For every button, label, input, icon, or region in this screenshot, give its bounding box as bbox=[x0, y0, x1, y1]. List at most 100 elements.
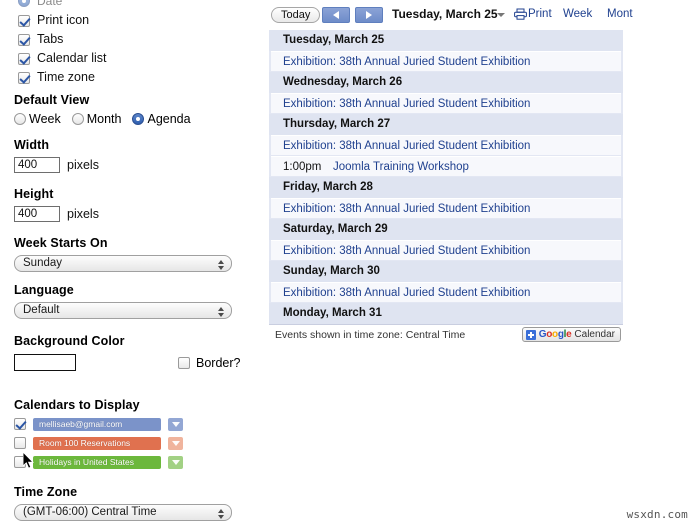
width-input[interactable] bbox=[14, 157, 60, 173]
time-zone-value: (GMT-06:00) Central Time bbox=[23, 506, 157, 518]
week-starts-on-value: Sunday bbox=[23, 257, 63, 269]
agenda-list: Tuesday, March 25 Exhibition: 38th Annua… bbox=[269, 30, 623, 324]
timezone-note: Events shown in time zone: Central Time bbox=[275, 329, 466, 341]
agenda-event-title: Joomla Training Workshop bbox=[333, 160, 469, 173]
border-option-row[interactable]: Border? bbox=[178, 356, 240, 370]
default-view-option-week[interactable]: Week bbox=[14, 112, 61, 126]
option-label-time-zone: Time zone bbox=[37, 70, 95, 84]
week-starts-on-title: Week Starts On bbox=[14, 236, 108, 250]
tab-week[interactable]: Week bbox=[561, 7, 594, 22]
agenda-event[interactable]: Exhibition: 38th Annual Juried Student E… bbox=[271, 135, 621, 155]
option-label-tabs: Tabs bbox=[37, 32, 64, 46]
print-icon-checkbox[interactable] bbox=[18, 14, 30, 27]
language-group: Language Default bbox=[14, 283, 248, 319]
month-radio-label: Month bbox=[86, 112, 122, 126]
agenda-event-title: Exhibition: 38th Annual Juried Student E… bbox=[283, 97, 531, 110]
agenda-event-title: Exhibition: 38th Annual Juried Student E… bbox=[283, 139, 531, 152]
agenda-event[interactable]: Exhibition: 38th Annual Juried Student E… bbox=[271, 198, 621, 218]
calendar-footer: Events shown in time zone: Central Time … bbox=[269, 324, 623, 346]
calendar-row[interactable]: Room 100 Reservations bbox=[14, 436, 248, 450]
agenda-event[interactable]: 1:00pm Joomla Training Workshop bbox=[271, 156, 621, 176]
border-checkbox[interactable] bbox=[178, 357, 190, 369]
watermark: wsxdn.com bbox=[626, 508, 688, 521]
agenda-day-header: Thursday, March 27 bbox=[269, 114, 623, 135]
time-zone-title: Time Zone bbox=[14, 485, 78, 499]
option-row-calendar-list[interactable]: Calendar list bbox=[18, 50, 248, 67]
agenda-event-title: Exhibition: 38th Annual Juried Student E… bbox=[283, 202, 531, 215]
tabs-checkbox[interactable] bbox=[18, 33, 30, 46]
option-row-print-icon[interactable]: Print icon bbox=[18, 12, 248, 29]
agenda-radio[interactable] bbox=[132, 113, 145, 125]
agenda-radio-label: Agenda bbox=[147, 112, 191, 126]
chevron-down-icon[interactable] bbox=[497, 13, 505, 17]
today-button[interactable]: Today bbox=[271, 7, 321, 23]
chevron-down-icon[interactable] bbox=[168, 436, 183, 450]
calendar-list-checkbox[interactable] bbox=[18, 52, 30, 65]
option-label-print-icon: Print icon bbox=[37, 13, 90, 27]
chevron-left-icon bbox=[333, 11, 339, 19]
language-select[interactable]: Default bbox=[14, 302, 232, 319]
height-field-row: pixels bbox=[14, 206, 248, 222]
width-unit-label: pixels bbox=[67, 158, 99, 172]
option-row-time-zone[interactable]: Time zone bbox=[18, 69, 248, 86]
week-radio-label: Week bbox=[29, 112, 61, 126]
agenda-day-header: Sunday, March 30 bbox=[269, 261, 623, 282]
calendar-row[interactable]: mellisaeb@gmail.com bbox=[14, 417, 248, 431]
calendar-name-bar[interactable]: Room 100 Reservations bbox=[33, 436, 161, 450]
agenda-event[interactable]: Exhibition: 38th Annual Juried Student E… bbox=[271, 93, 621, 113]
display-options-list: Print icon Tabs Calendar list Time zone bbox=[18, 12, 248, 88]
time-zone-select[interactable]: (GMT-06:00) Central Time bbox=[14, 504, 232, 521]
background-color-swatch[interactable] bbox=[14, 354, 76, 371]
calendar-name-bar[interactable]: mellisaeb@gmail.com bbox=[33, 417, 161, 431]
agenda-day-header: Monday, March 31 bbox=[269, 303, 623, 324]
google-calendar-badge-button[interactable]: Google Calendar bbox=[521, 327, 621, 342]
background-color-title: Background Color bbox=[14, 334, 125, 348]
print-button[interactable]: Print bbox=[514, 6, 552, 22]
language-value: Default bbox=[23, 304, 60, 316]
default-view-radios: Week Month Agenda bbox=[14, 112, 248, 126]
agenda-event-title: Exhibition: 38th Annual Juried Student E… bbox=[283, 55, 531, 68]
default-view-group: Default View Week Month Agenda bbox=[14, 93, 248, 126]
calendar-checkbox[interactable] bbox=[14, 456, 26, 468]
date-radio[interactable] bbox=[18, 0, 30, 7]
agenda-event[interactable]: Exhibition: 38th Annual Juried Student E… bbox=[271, 240, 621, 260]
language-title: Language bbox=[14, 283, 74, 297]
calendar-checkbox[interactable] bbox=[14, 437, 26, 449]
height-unit-label: pixels bbox=[67, 207, 99, 221]
option-row-tabs[interactable]: Tabs bbox=[18, 31, 248, 48]
next-period-button[interactable] bbox=[355, 7, 383, 23]
month-radio[interactable] bbox=[71, 113, 84, 125]
agenda-event[interactable]: Exhibition: 38th Annual Juried Student E… bbox=[271, 282, 621, 302]
width-title: Width bbox=[14, 138, 50, 152]
height-input[interactable] bbox=[14, 206, 60, 222]
option-label-date: Date bbox=[37, 0, 63, 8]
agenda-event-title: Exhibition: 38th Annual Juried Student E… bbox=[283, 244, 531, 257]
chevron-down-icon[interactable] bbox=[168, 455, 183, 469]
default-view-option-agenda[interactable]: Agenda bbox=[132, 112, 191, 126]
chevron-right-icon bbox=[366, 11, 372, 19]
default-view-option-month[interactable]: Month bbox=[71, 112, 122, 126]
agenda-event-title: Exhibition: 38th Annual Juried Student E… bbox=[283, 286, 531, 299]
tab-month[interactable]: Mont bbox=[605, 7, 635, 22]
option-label-calendar-list: Calendar list bbox=[37, 51, 107, 65]
chevron-down-icon[interactable] bbox=[168, 417, 183, 431]
default-view-title: Default View bbox=[14, 93, 90, 107]
week-starts-on-select[interactable]: Sunday bbox=[14, 255, 232, 272]
google-wordmark: Google bbox=[538, 329, 572, 340]
agenda-day-header: Friday, March 28 bbox=[269, 177, 623, 198]
option-row-date[interactable]: Date bbox=[18, 0, 62, 8]
plus-icon bbox=[525, 329, 536, 340]
calendars-to-display-title: Calendars to Display bbox=[14, 398, 140, 412]
calendar-name-bar[interactable]: Holidays in United States bbox=[33, 455, 161, 469]
agenda-day-header: Saturday, March 29 bbox=[269, 219, 623, 240]
week-radio[interactable] bbox=[14, 113, 26, 125]
stepper-arrows-icon bbox=[217, 506, 224, 520]
agenda-event[interactable]: Exhibition: 38th Annual Juried Student E… bbox=[271, 51, 621, 71]
agenda-day-header: Tuesday, March 25 bbox=[269, 30, 623, 51]
previous-period-button[interactable] bbox=[322, 7, 350, 23]
calendar-row[interactable]: Holidays in United States bbox=[14, 455, 248, 469]
width-field-row: pixels bbox=[14, 157, 248, 173]
calendar-checkbox[interactable] bbox=[14, 418, 26, 430]
height-group: Height pixels bbox=[14, 187, 248, 222]
time-zone-checkbox[interactable] bbox=[18, 71, 30, 84]
